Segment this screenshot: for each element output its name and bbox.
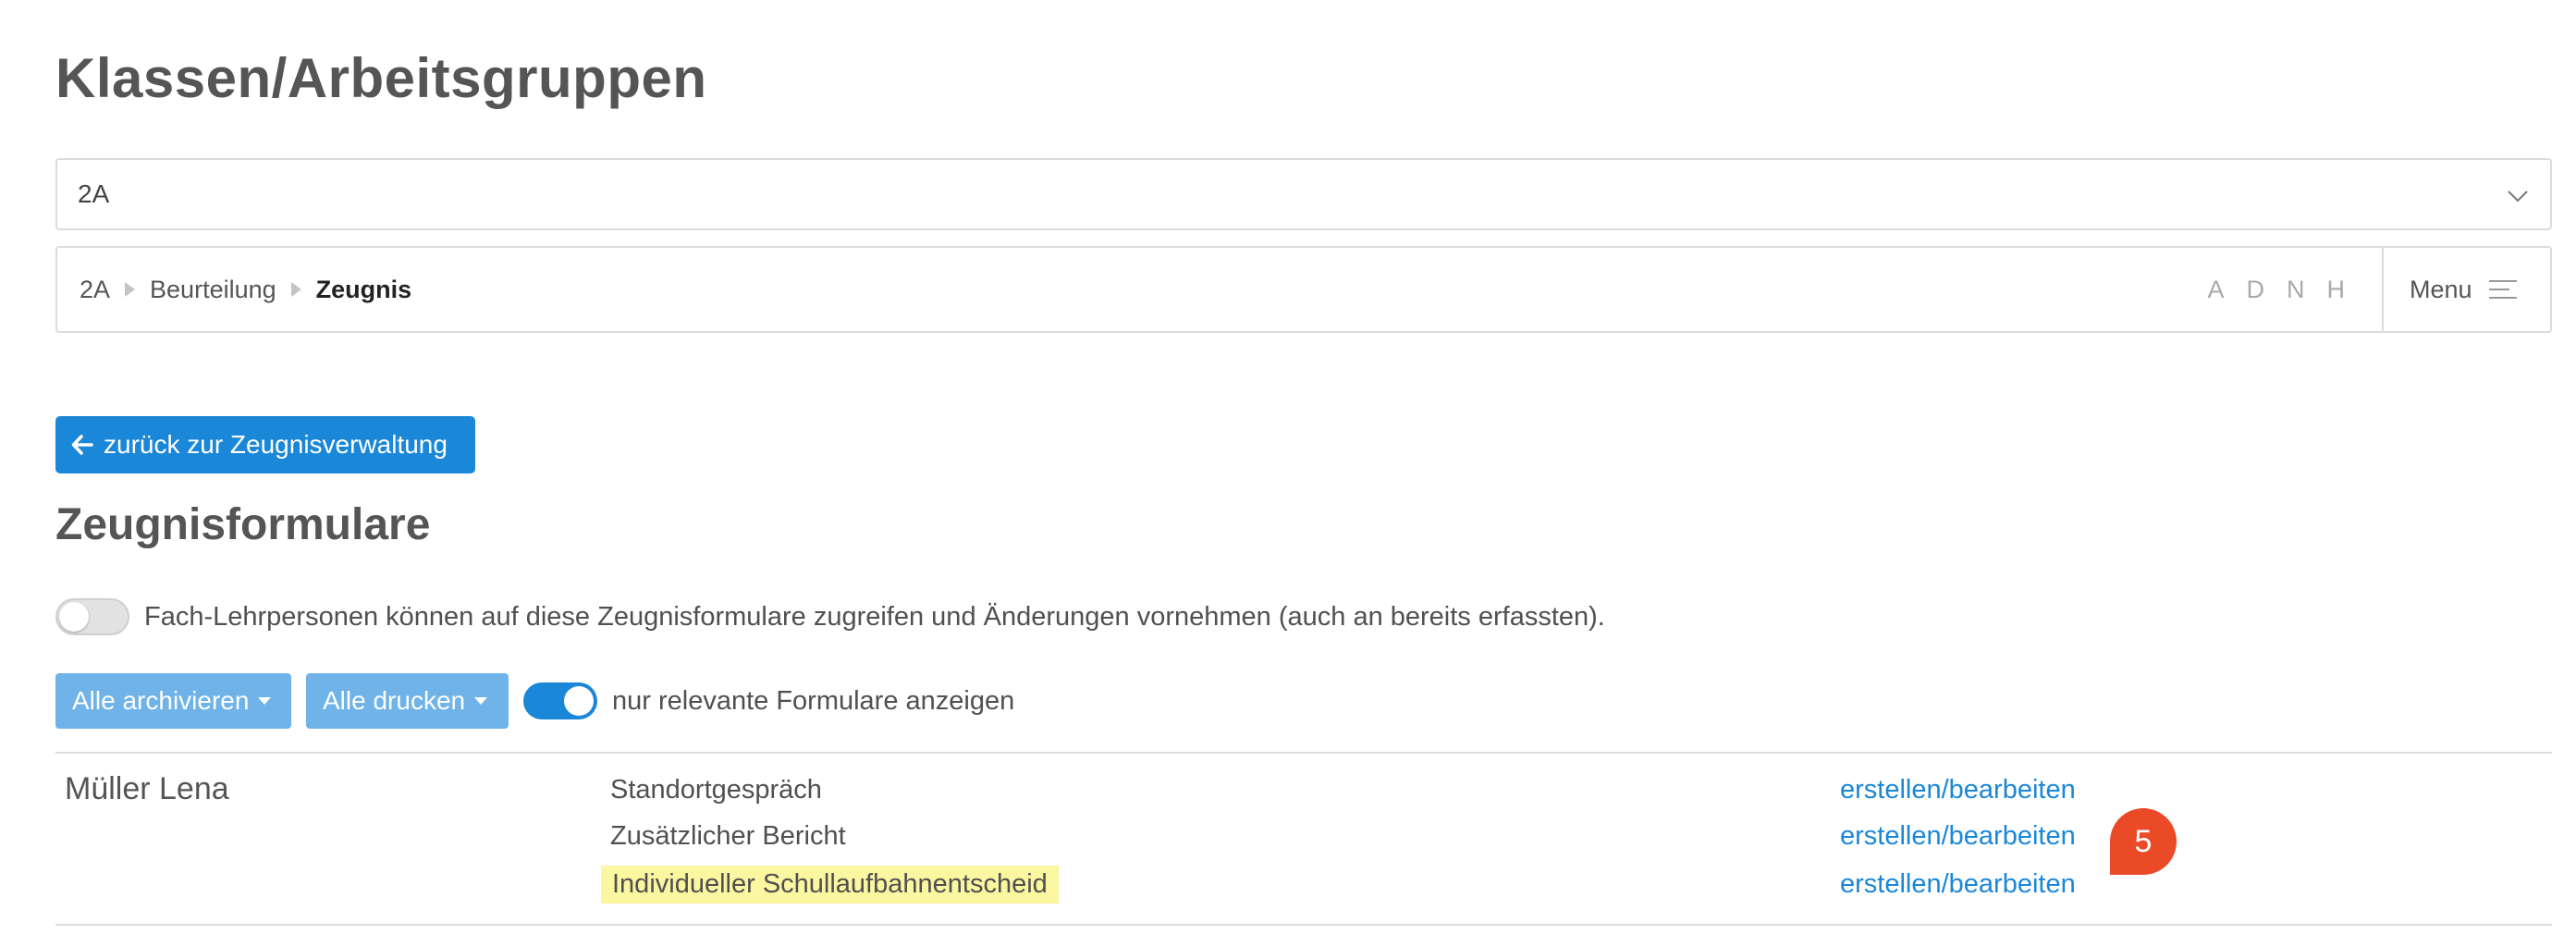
chevron-down-icon (2508, 190, 2528, 203)
form-name: Zusätzlicher Bericht (610, 821, 846, 851)
notification-count: 5 (2134, 823, 2153, 859)
letter-nav: A D N H (2207, 276, 2345, 304)
student-name: Müller Lena (65, 771, 229, 806)
page-title: Klassen/Arbeitsgruppen (55, 47, 707, 109)
archive-all-label: Alle archivieren (72, 686, 250, 715)
breadcrumb-item-beurteilung[interactable]: Beurteilung (150, 276, 276, 304)
archive-all-dropdown[interactable]: Alle archivieren (55, 673, 291, 729)
back-button-label: zurück zur Zeugnisverwaltung (104, 430, 448, 459)
menu-label: Menu (2410, 275, 2472, 303)
breadcrumb-separator-icon (125, 282, 136, 297)
caret-down-icon (258, 697, 272, 705)
form-name: Standortgespräch (610, 775, 822, 805)
breadcrumb: 2A Beurteilung Zeugnis (57, 276, 2207, 304)
section-title: Zeugnisformulare (55, 500, 431, 549)
relevant-forms-toggle[interactable] (523, 682, 597, 719)
print-all-label: Alle drucken (323, 686, 466, 715)
letter-nav-d[interactable]: D (2247, 276, 2265, 304)
notification-badge: 5 (2110, 808, 2177, 875)
letter-nav-n[interactable]: N (2287, 276, 2305, 304)
permission-label: Fach-Lehrpersonen können auf diese Zeugn… (144, 601, 1605, 632)
menu-button[interactable]: Menu (2382, 248, 2550, 331)
breadcrumb-separator-icon (290, 282, 301, 297)
form-name-highlighted: Individueller Schullaufbahnentscheid (601, 866, 1059, 903)
navigation-bar: 2A Beurteilung Zeugnis A D N H Menu (55, 246, 2552, 333)
print-all-dropdown[interactable]: Alle drucken (306, 673, 509, 729)
class-select[interactable]: 2A (55, 158, 2552, 230)
edit-form-link[interactable]: erstellen/bearbeiten (1840, 775, 2076, 805)
letter-nav-h[interactable]: H (2327, 276, 2346, 304)
caret-down-icon (474, 697, 488, 705)
edit-form-link[interactable]: erstellen/bearbeiten (1840, 821, 2076, 852)
breadcrumb-item-class[interactable]: 2A (80, 276, 110, 304)
edit-form-link[interactable]: erstellen/bearbeiten (1840, 869, 2076, 900)
permission-row: Fach-Lehrpersonen können auf diese Zeugn… (55, 598, 1605, 635)
back-to-report-management-button[interactable]: zurück zur Zeugnisverwaltung (55, 416, 475, 473)
table-divider-bottom (55, 924, 2552, 926)
relevant-forms-label: nur relevante Formulare anzeigen (612, 685, 1015, 716)
breadcrumb-item-zeugnis: Zeugnis (315, 275, 412, 303)
permission-toggle[interactable] (55, 598, 129, 635)
action-row: Alle archivieren Alle drucken nur releva… (55, 673, 1014, 729)
table-divider-top (55, 752, 2552, 754)
letter-nav-a[interactable]: A (2207, 276, 2224, 304)
arrow-left-icon (71, 435, 93, 455)
class-select-value: 2A (78, 179, 110, 208)
menu-icon (2488, 280, 2517, 299)
